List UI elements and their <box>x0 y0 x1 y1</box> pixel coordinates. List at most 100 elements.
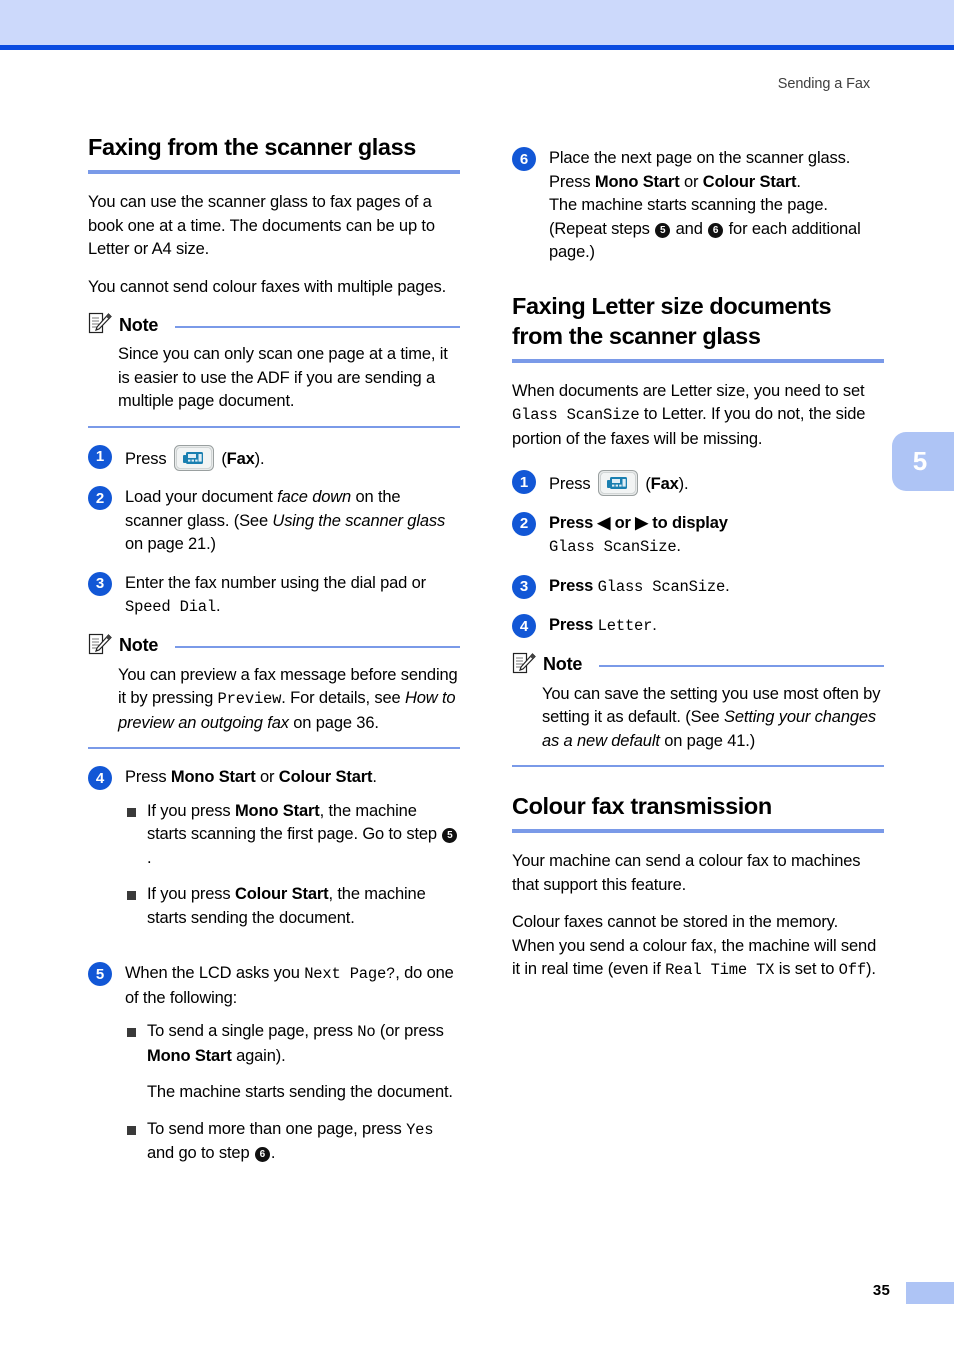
note-text-part: on page 36. <box>288 713 379 732</box>
bullet-text-part: (or press <box>375 1022 444 1040</box>
note-pencil-icon <box>512 652 536 676</box>
key-mono-start: Mono Start <box>170 768 256 786</box>
cross-reference-title: Using the scanner glass <box>272 511 446 530</box>
section-title-colour-fax: Colour fax transmission <box>512 793 772 819</box>
step-text: When the LCD asks you Next Page?, do one… <box>125 961 460 1179</box>
note-label: Note <box>119 635 159 655</box>
note-header-rule <box>175 646 460 648</box>
key-mono-start: Mono Start <box>147 1046 232 1065</box>
lcd-term-off: Off <box>838 961 867 979</box>
note-text-part: . For details, see <box>281 689 405 707</box>
footer-block <box>906 1282 954 1304</box>
step-reference: 6 <box>254 1147 270 1163</box>
bullet-text-part: To send a single page, press <box>147 1022 358 1040</box>
step-text-part: to display <box>647 513 728 532</box>
emphasis-face-down: face down <box>277 488 352 506</box>
paren-close: ). <box>254 449 265 468</box>
list-item: To send more than one page, press Yes an… <box>125 1118 460 1166</box>
step-number: 5 <box>88 962 112 986</box>
note-text-part: on page 41.) <box>659 731 756 750</box>
step-text: Enter the fax number using the dial pad … <box>125 571 460 620</box>
step-1: 1 Press (Fax). <box>512 469 884 497</box>
note-body: You can save the setting you use most of… <box>542 683 884 754</box>
note-header-rule <box>175 325 460 328</box>
step-4: 4 Press Letter. <box>512 613 884 639</box>
press-label: Press <box>549 616 598 634</box>
step-number: 4 <box>88 766 112 790</box>
step-number: 3 <box>88 571 112 596</box>
list-item: If you press Colour Start, the machine s… <box>125 883 460 930</box>
lcd-term-preview: Preview <box>217 690 282 708</box>
note-body: You can preview a fax message before sen… <box>118 664 460 736</box>
press-label: Press <box>549 475 591 493</box>
step-text-part: . <box>652 616 657 634</box>
step-text-part: Press <box>125 768 171 786</box>
step-number: 3 <box>512 574 536 599</box>
key-colour-start: Colour Start <box>278 768 373 786</box>
bullet-text-part: . <box>270 1144 276 1162</box>
note-text: Since you can only scan one page at a ti… <box>118 345 448 410</box>
step-text: Load your document face down on the scan… <box>125 485 460 557</box>
lcd-term-real-time-tx: Real Time TX <box>665 961 775 979</box>
list-item: If you press Mono Start, the machine sta… <box>125 800 460 871</box>
note-text: You can preview a fax message before sen… <box>118 664 460 736</box>
note-block-1: Note Since you can only scan one page at… <box>88 312 460 428</box>
paragraph-part: When documents are Letter size, you need… <box>512 381 865 400</box>
left-column: Faxing from the scanner glass You can us… <box>88 132 460 1193</box>
fax-key-label: Fax <box>650 475 679 493</box>
colour-fax-paragraph-1: Your machine can send a colour fax to ma… <box>512 852 861 894</box>
step-text-part: When the LCD asks you <box>125 964 305 982</box>
page-title: Faxing from the scanner glass <box>88 134 416 160</box>
step-text-part: (Repeat steps <box>549 219 655 238</box>
step-3: 3 Enter the fax number using the dial pa… <box>88 571 460 620</box>
letter-size-intro: When documents are Letter size, you need… <box>512 380 884 452</box>
lcd-term-glass-scansize: Glass ScanSize <box>512 406 640 424</box>
note-header: Note <box>512 652 884 677</box>
bullet-text-part: again). <box>231 1046 286 1065</box>
step-text-part: . <box>796 172 801 191</box>
step-text-part: Load your document <box>125 488 278 506</box>
step-text-part: . <box>216 597 221 615</box>
page-number: 35 <box>872 1282 890 1299</box>
list-item-plain: The machine starts sending the document. <box>125 1081 460 1105</box>
step-4-bullets: If you press Mono Start, the machine sta… <box>125 800 460 931</box>
paragraph-part: ). <box>865 960 876 978</box>
step-reference: 5 <box>655 222 671 238</box>
paren-close: ). <box>678 475 689 493</box>
note-header: Note <box>88 312 460 337</box>
note-header-rule <box>599 665 884 667</box>
step-2: 2 Load your document face down on the sc… <box>88 485 460 557</box>
press-label: Press <box>549 513 598 532</box>
fax-key-icon[interactable] <box>597 470 638 496</box>
bullet-text-part: The machine starts sending the document. <box>147 1083 453 1101</box>
paragraph-part: is set to <box>774 960 839 978</box>
step-text-part: or <box>679 172 703 191</box>
note-label: Note <box>119 314 159 335</box>
note-footer-rule <box>88 747 460 749</box>
step-reference: 5 <box>442 828 458 844</box>
arrow-left-icon: ◀ <box>597 513 611 532</box>
key-mono-start: Mono Start <box>234 801 320 820</box>
step-text-part: or <box>610 513 636 532</box>
step-number: 1 <box>88 444 112 469</box>
step-text: Place the next page on the scanner glass… <box>549 146 884 265</box>
header-band <box>0 0 954 45</box>
note-footer-rule <box>512 765 884 767</box>
step-6: 6 Place the next page on the scanner gla… <box>512 146 884 265</box>
step-text: Press (Fax). <box>549 469 884 497</box>
fax-key-icon[interactable] <box>173 444 214 471</box>
bullet-text-part: and go to step <box>147 1144 254 1162</box>
note-block-2: Note You can preview a fax message befor… <box>88 633 460 749</box>
step-number: 4 <box>512 614 536 638</box>
note-body: Since you can only scan one page at a ti… <box>118 343 460 414</box>
note-footer-rule <box>88 425 460 428</box>
note-pencil-icon <box>88 633 112 657</box>
lcd-term-glass-scansize: Glass ScanSize <box>597 577 726 596</box>
step-text: Press ◀ or ▶ to display Glass ScanSize. <box>549 511 884 560</box>
lcd-term-glass-scansize: Glass ScanSize <box>549 538 677 556</box>
section-rule <box>512 829 884 833</box>
step-4: 4 Press Mono Start or Colour Start. If y… <box>88 765 460 943</box>
bullet-text-part: If you press <box>147 801 235 820</box>
key-colour-start: Colour Start <box>234 885 329 903</box>
step-number: 1 <box>512 470 536 494</box>
